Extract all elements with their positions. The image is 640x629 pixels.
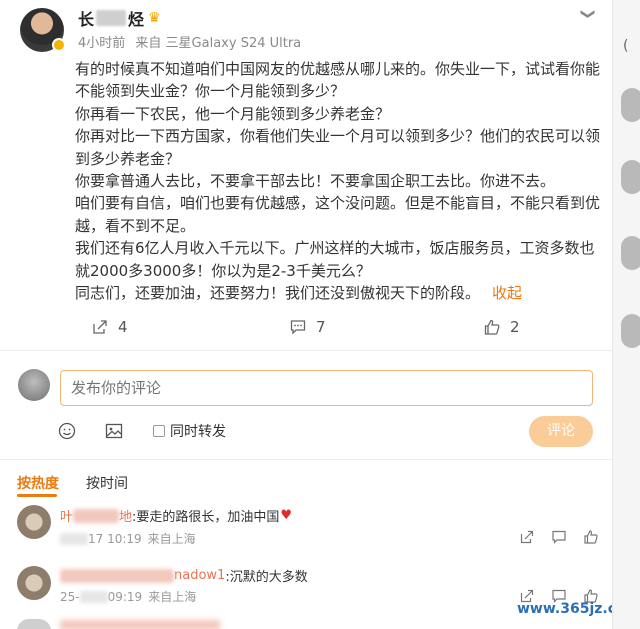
comment-meta: 17 10:19 来自上海 <box>60 530 196 547</box>
comment-location: 来自上海 <box>147 532 196 546</box>
comment-icon <box>290 320 306 335</box>
sync-repost-label: 同时转发 <box>170 424 226 440</box>
commenter-avatar[interactable] <box>17 619 51 629</box>
post-meta: 4小时前 来自 三星Galaxy S24 Ultra <box>78 32 301 51</box>
reply-comment-icon[interactable] <box>552 530 566 544</box>
sync-repost-checkbox[interactable] <box>153 425 165 437</box>
post-paragraph: 你再对比一下西方国家，你看他们失业一个月可以领到多少？他们的农民可以领到多少养老… <box>75 127 601 168</box>
divider <box>0 350 612 351</box>
verified-badge-icon <box>52 38 66 52</box>
like-count: 2 <box>510 318 520 336</box>
image-icon[interactable] <box>105 422 123 440</box>
comment-toolbar <box>0 417 612 447</box>
sidebar-avatar[interactable] <box>621 236 640 270</box>
sort-by-time-tab[interactable]: 按时间 <box>86 473 128 493</box>
comment-date-redacted <box>79 590 108 603</box>
commenter-name-redacted <box>60 568 174 583</box>
author-name-suffix: 烃 <box>128 10 145 29</box>
submit-comment-button[interactable]: 评论 <box>529 416 593 447</box>
post-source: 来自 三星Galaxy S24 Ultra <box>135 36 302 51</box>
comment-meta: 25- 09:19 来自上海 <box>60 588 196 605</box>
action-bar: 4 7 2 <box>0 318 612 340</box>
post-paragraph: 同志们，还要加油，还要努力！我们还没到傲视天下的阶段。 <box>75 284 481 303</box>
chevron-down-icon[interactable]: ❯ <box>580 8 596 20</box>
emoji-icon[interactable] <box>58 422 76 440</box>
comment-count: 7 <box>316 318 326 336</box>
post-body: 有的时候真不知道咱们中国网友的优越感从哪儿来的。你失业一下，试试看你能不能领到失… <box>75 58 601 304</box>
post-paragraph: 你要拿普通人去比，不要拿干部去比！不要拿国企职工去比。你进不去。 <box>75 172 556 191</box>
comment-text: :沉默的大多数 <box>225 570 308 585</box>
post-paragraph-last: 同志们，还要加油，还要努力！我们还没到傲视天下的阶段。 收起 <box>75 282 601 304</box>
post-time: 4小时前 <box>78 36 126 51</box>
repost-icon <box>93 320 107 334</box>
commenter-name-suffix[interactable]: nadow1 <box>174 568 225 583</box>
comment-location: 来自上海 <box>148 590 197 604</box>
comment-button[interactable]: 7 <box>290 318 326 336</box>
commenter-name-suffix[interactable]: 地 <box>119 506 132 525</box>
post-paragraph: 有的时候真不知道咱们中国网友的优越感从哪儿来的。你失业一下，试试看你能不能领到失… <box>75 60 601 101</box>
thumbs-up-icon[interactable] <box>584 530 598 544</box>
commenter-avatar[interactable] <box>17 505 51 539</box>
post-paragraph: 你再看一下农民，他一个月能领到多少养老金？ <box>75 104 391 123</box>
comment-date-redacted <box>60 532 88 545</box>
crown-icon: ♛ <box>148 10 161 26</box>
comment-text: :要走的路很长，加油中国 <box>132 510 280 525</box>
weibo-post-card: 长 烃 ♛ 4小时前 来自 三星Galaxy S24 Ultra ❯ 有的时候真… <box>0 0 640 629</box>
thumbs-up-icon <box>484 319 500 335</box>
reply-repost-icon[interactable] <box>520 530 534 544</box>
collapse-link[interactable]: 收起 <box>492 284 522 302</box>
repost-button[interactable]: 4 <box>92 318 128 336</box>
sidebar-avatar[interactable] <box>621 160 640 194</box>
comment-item: nadow1 :沉默的大多数 <box>60 566 308 585</box>
like-button[interactable]: 2 <box>484 318 520 336</box>
post-paragraph: 咱们要有自信，咱们也要有优越感，这个没问题。但是不能盲目，不能只看到优越，看不到… <box>75 194 601 235</box>
comment-item: 叶 地 :要走的路很长，加油中国 ♥ <box>60 506 292 525</box>
post-paragraph: 我们还有6亿人月收入千元以下。广州这样的大城市，饭店服务员，工资多数也就2000… <box>75 239 595 280</box>
repost-count: 4 <box>118 318 128 336</box>
divider <box>0 459 612 460</box>
comment-input[interactable] <box>60 370 593 406</box>
comment-date: 09:19 <box>107 589 143 604</box>
right-sidebar-edge: ( <box>612 0 640 629</box>
sidebar-avatar[interactable] <box>621 88 640 122</box>
comment-date: 17 10:19 <box>88 531 142 546</box>
sidebar-clipped-text: ( <box>623 38 629 54</box>
commenter-avatar[interactable] <box>17 566 51 600</box>
comment-date-prefix: 25- <box>60 589 80 604</box>
sort-by-hot-tab[interactable]: 按热度 <box>17 473 59 493</box>
author-name[interactable]: 长 烃 ♛ <box>78 6 161 30</box>
commenter-name-redacted <box>73 508 120 523</box>
commenter-name-redacted <box>60 620 220 629</box>
author-name-prefix: 长 <box>78 10 95 29</box>
heart-icon: ♥ <box>280 508 293 523</box>
active-tab-indicator <box>17 494 57 497</box>
author-name-redacted <box>96 10 127 26</box>
commenter-name-prefix[interactable]: 叶 <box>60 506 73 525</box>
current-user-avatar <box>18 369 50 401</box>
sidebar-avatar[interactable] <box>621 314 640 348</box>
